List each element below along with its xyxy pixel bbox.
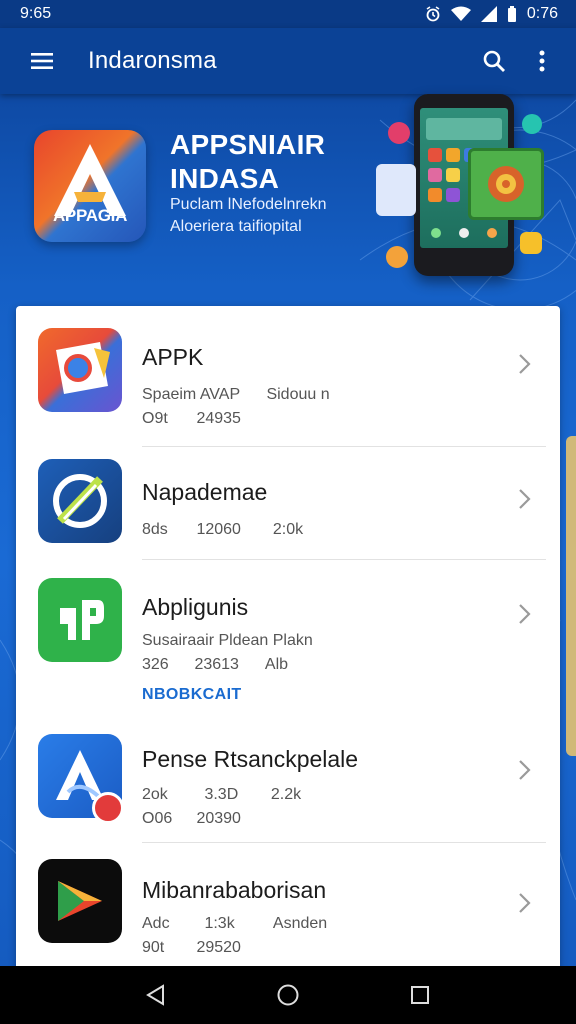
list-item[interactable]: Mibanrababorisan Adc 1:3k Asnden 90t 295… (16, 843, 560, 986)
hero-title-line2: INDASA (170, 163, 280, 194)
app-meta-value: 8ds (142, 521, 168, 538)
app-meta: Susairaair Pldean Plakn (142, 632, 313, 650)
app-meta-value: 23613 (194, 656, 239, 673)
list-item[interactable]: Napademae 8ds 12060 2:0k (16, 447, 560, 559)
app-meta: 2ok 3.3D 2.2k (142, 786, 301, 804)
app-meta-value: Spaeim AVAP (142, 386, 241, 403)
recents-icon (411, 986, 429, 1004)
app-name: Mibanrababorisan (142, 877, 327, 903)
a-triangle-icon (38, 734, 124, 824)
app-meta-value: 12060 (196, 521, 241, 538)
hero-subtitle-line1: Puclam lNefodelnrekn (170, 196, 327, 213)
list-item[interactable]: Pense Rtsanckpelale 2ok 3.3D 2.2k O06 20… (16, 720, 560, 842)
app-meta-value: 3.3D (204, 786, 239, 803)
badge-icon (92, 792, 124, 824)
app-meta-value: 29520 (196, 939, 241, 956)
app-meta: Adc 1:3k Asnden (142, 915, 327, 933)
app-meta-value: O06 (142, 810, 173, 827)
app-list-card: APPK Spaeim AVAP Sidouu n O9t 24935 Napa… (16, 306, 560, 986)
signal-icon (480, 6, 497, 22)
target-icon (488, 166, 524, 202)
floating-badge-yellow (520, 232, 542, 254)
status-time: 9:65 (20, 5, 52, 22)
more-vert-icon (539, 50, 545, 72)
app-name: Abpligunis (142, 594, 249, 620)
next-card-peek (566, 436, 576, 756)
menu-icon (31, 53, 53, 69)
chevron-right-icon (519, 893, 531, 913)
alarm-icon (426, 6, 440, 22)
home-button[interactable] (264, 971, 312, 1019)
app-meta-value: 2:0k (272, 521, 304, 538)
wifi-icon (450, 6, 471, 21)
list-item[interactable]: APPK Spaeim AVAP Sidouu n O9t 24935 (16, 306, 560, 446)
chrome-style-icon (38, 328, 122, 412)
compass-icon (38, 459, 122, 543)
app-meta-value: 326 (142, 656, 169, 673)
home-icon (277, 984, 299, 1006)
list-item[interactable]: Abpligunis Susairaair Pldean Plakn 326 2… (16, 560, 560, 720)
app-meta: O06 20390 (142, 810, 241, 828)
back-button[interactable] (132, 971, 180, 1019)
screen: 9:65 0:76 Indaronsma APPAGIA APPSNIAIR I… (0, 0, 576, 1024)
status-icons: 0:76 (425, 5, 558, 23)
app-meta: Spaeim AVAP Sidouu n (142, 386, 330, 404)
floating-game-card (468, 148, 544, 220)
ap-logo-icon (38, 578, 122, 662)
app-title: Indaronsma (88, 47, 217, 74)
app-meta-value: 20390 (196, 810, 241, 827)
chevron-right-icon (519, 760, 531, 780)
app-meta-value: 1:3k (204, 915, 235, 932)
app-bar: Indaronsma (0, 28, 576, 94)
app-meta-value: 2.2k (270, 786, 302, 803)
app-bar-actions (470, 37, 566, 85)
app-name: Napademae (142, 479, 268, 505)
app-meta-value: Alb (264, 656, 289, 673)
chevron-right-icon (519, 489, 531, 509)
status-time-right: 0:76 (526, 5, 558, 22)
chevron-right-icon (519, 354, 531, 374)
app-meta: O9t 24935 (142, 410, 241, 428)
menu-button[interactable] (22, 41, 62, 81)
hero-app-logo[interactable]: APPAGIA (34, 130, 146, 242)
section-link[interactable]: NBOBKCAIT (142, 686, 242, 704)
app-meta: 326 23613 Alb (142, 656, 288, 674)
back-icon (146, 984, 164, 1006)
navigation-bar (0, 966, 576, 1024)
app-meta-value: 2ok (142, 786, 168, 803)
hero-subtitle-line2: Aloeriera taifiopital (170, 218, 302, 235)
floating-badge-orange (386, 246, 408, 268)
chevron-right-icon (519, 604, 531, 624)
app-meta-value: Asnden (272, 915, 328, 932)
hero-title: APPSNIAIR INDASA (170, 128, 325, 196)
battery-icon (507, 6, 516, 22)
app-meta-value: Susairaair Pldean Plakn (142, 632, 313, 649)
search-button[interactable] (470, 37, 518, 85)
app-meta-value: O9t (142, 410, 168, 427)
more-options-button[interactable] (518, 37, 566, 85)
floating-badge-teal (522, 114, 542, 134)
status-bar: 9:65 0:76 (0, 0, 576, 28)
hero-logo-text: APPAGIA (52, 206, 128, 225)
play-store-icon (38, 859, 122, 943)
app-meta-value: Adc (142, 915, 170, 932)
app-meta: 90t 29520 (142, 939, 241, 957)
hero-subtitle: Puclam lNefodelnrekn Aloeriera taifiopit… (170, 194, 327, 238)
recents-button[interactable] (396, 971, 444, 1019)
hero-banner: APPAGIA APPSNIAIR INDASA Puclam lNefodel… (0, 94, 576, 306)
app-name: APPK (142, 344, 204, 370)
app-meta-value: 24935 (196, 410, 241, 427)
app-name: Pense Rtsanckpelale (142, 746, 359, 772)
hero-title-line1: APPSNIAIR (170, 129, 326, 160)
floating-badge-red (388, 122, 410, 144)
app-meta-value: Sidouu n (266, 386, 330, 403)
floating-doc-card (376, 164, 416, 216)
search-icon (483, 50, 505, 72)
app-meta-value: 90t (142, 939, 165, 956)
app-meta: 8ds 12060 2:0k (142, 521, 303, 539)
